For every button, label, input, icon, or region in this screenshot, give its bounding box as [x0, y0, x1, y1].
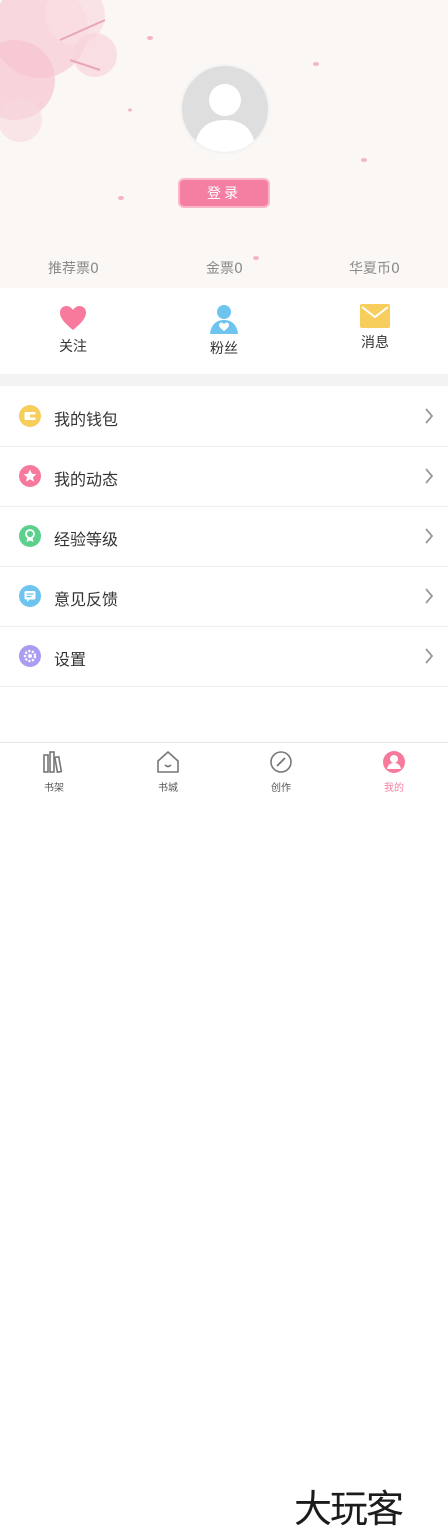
- gold-ticket-count[interactable]: 金票0: [206, 258, 243, 278]
- menu-item-level[interactable]: 经验等级: [0, 507, 448, 567]
- menu-label: 意见反馈: [54, 590, 119, 609]
- stats-bar: 推荐票0 金票0 华夏币0: [0, 252, 448, 282]
- tab-label: 我的: [384, 783, 404, 794]
- follow-button[interactable]: 关注: [33, 304, 113, 356]
- menu-item-feedback[interactable]: 意见反馈: [0, 567, 448, 627]
- home-icon: [157, 751, 179, 773]
- tab-bookstore[interactable]: 书城: [128, 749, 208, 794]
- message-button[interactable]: 消息: [335, 304, 415, 352]
- bottom-tab-bar: 书架 书城 创作 我的 大玩客: [0, 742, 448, 1531]
- menu-label: 经验等级: [54, 530, 119, 549]
- menu-label: 我的钱包: [54, 410, 119, 429]
- tab-mine[interactable]: 我的: [354, 749, 434, 794]
- avatar[interactable]: [180, 64, 270, 154]
- section-divider: [0, 374, 448, 386]
- create-icon: [270, 751, 292, 773]
- chevron-right-icon: [425, 528, 434, 544]
- tab-label: 书架: [44, 783, 64, 794]
- fans-button[interactable]: 粉丝: [184, 304, 264, 358]
- recommend-ticket-count[interactable]: 推荐票0: [48, 258, 99, 278]
- wallet-icon: [19, 405, 41, 427]
- follow-label: 关注: [59, 339, 87, 355]
- chevron-right-icon: [425, 648, 434, 664]
- menu-item-activity[interactable]: 我的动态: [0, 447, 448, 507]
- chevron-right-icon: [425, 408, 434, 424]
- tab-label: 书城: [158, 783, 178, 794]
- message-label: 消息: [361, 335, 389, 351]
- profile-icon: [383, 751, 405, 773]
- feedback-icon: [19, 585, 41, 607]
- menu-label: 我的动态: [54, 470, 119, 489]
- chevron-right-icon: [425, 588, 434, 604]
- star-icon: [19, 465, 41, 487]
- chevron-right-icon: [425, 468, 434, 484]
- medal-icon: [19, 525, 41, 547]
- heart-icon: [60, 306, 86, 330]
- default-avatar-icon: [194, 84, 256, 152]
- tab-label: 创作: [271, 783, 291, 794]
- bookshelf-icon: [43, 751, 63, 774]
- menu-item-settings[interactable]: 设置: [0, 627, 448, 687]
- quick-actions: 关注 粉丝 消息: [0, 288, 448, 374]
- gear-icon: [19, 645, 41, 667]
- menu-item-wallet[interactable]: 我的钱包: [0, 387, 448, 447]
- message-icon: [360, 304, 390, 328]
- login-button[interactable]: 登录: [178, 178, 270, 208]
- huaxia-coin-count[interactable]: 华夏币0: [349, 258, 400, 278]
- profile-header: 登录 推荐票0 金票0 华夏币0: [0, 0, 448, 288]
- menu-list: 我的钱包 我的动态 经验等级 意见反馈 设置: [0, 387, 448, 687]
- tab-create[interactable]: 创作: [241, 749, 321, 794]
- fans-icon: [210, 305, 238, 334]
- tab-bookshelf[interactable]: 书架: [14, 749, 94, 794]
- menu-label: 设置: [54, 650, 87, 669]
- watermark-logo: 大玩客: [294, 1487, 404, 1531]
- fans-label: 粉丝: [210, 341, 238, 357]
